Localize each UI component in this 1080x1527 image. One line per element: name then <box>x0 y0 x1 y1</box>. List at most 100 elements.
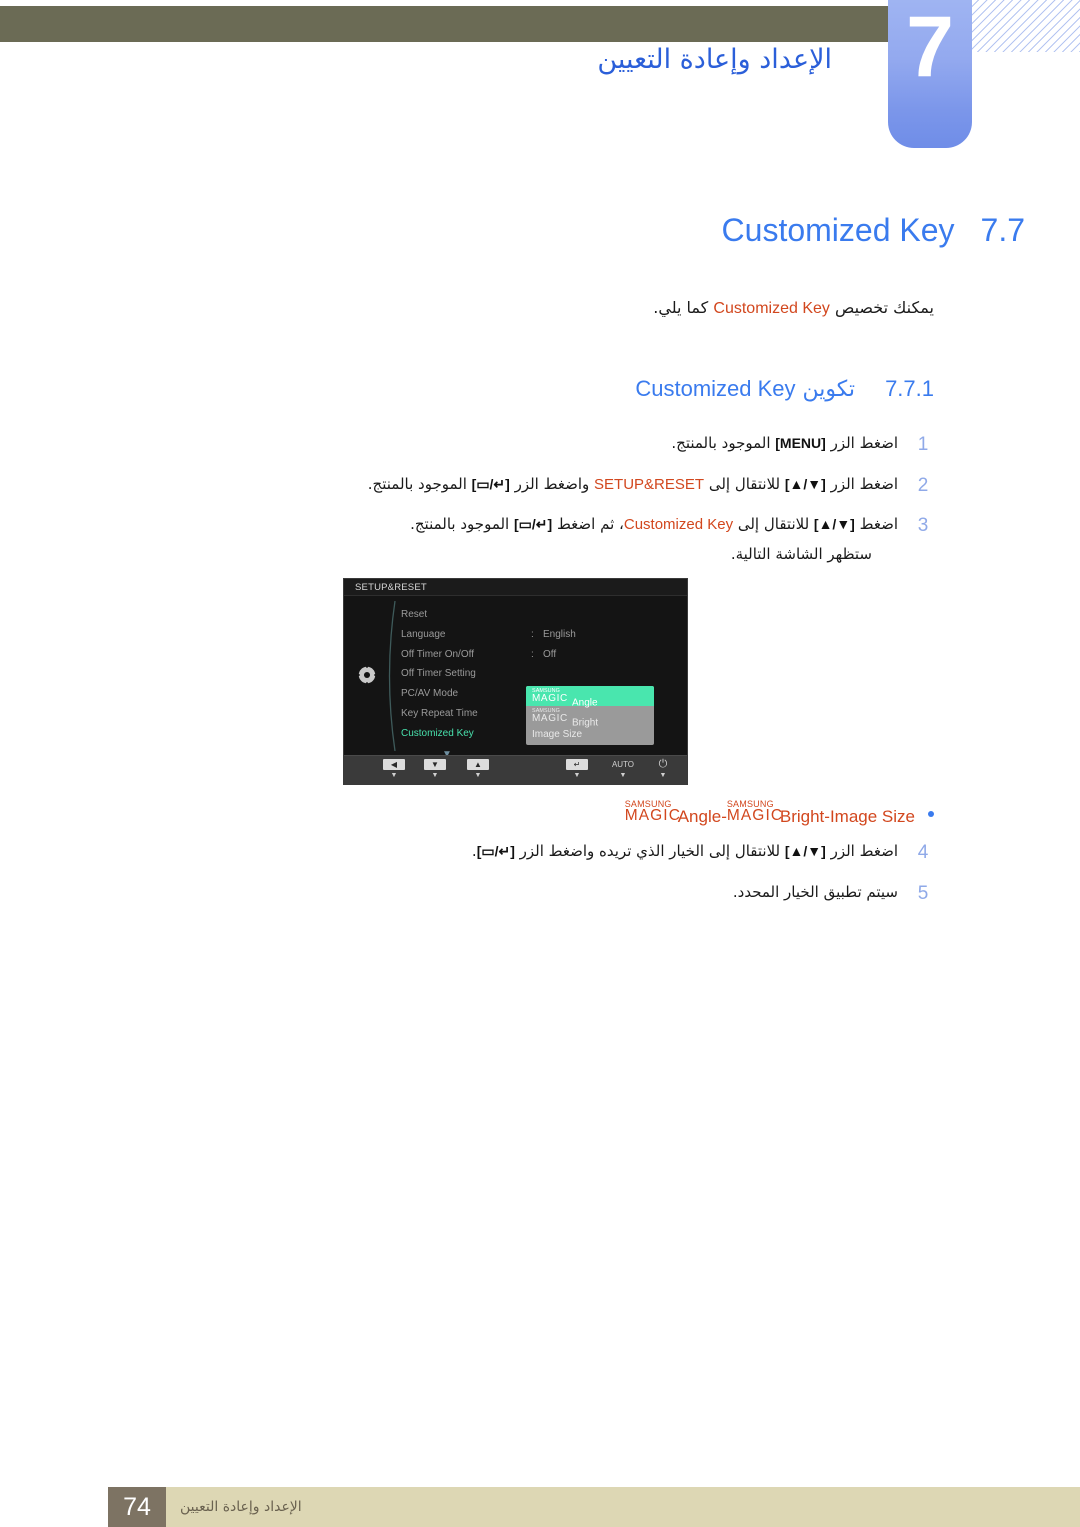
options-text: SAMSUNG MAGIC Angle - SAMSUNG MAGIC Brig… <box>625 800 915 827</box>
gear-icon <box>356 664 378 686</box>
osd-menu-item-off-timer-setting[interactable]: Off Timer Setting <box>401 664 561 684</box>
osd-button-up[interactable]: ▲ ▼ <box>464 759 492 780</box>
magic-logo-icon: SAMSUNG MAGIC <box>532 706 572 726</box>
dropdown-option-label: Image Size <box>532 729 583 740</box>
key-badge-updown: [▲/▼] <box>813 516 855 533</box>
intro-suffix: كما يلي. <box>653 298 714 317</box>
dropdown-option-magic-bright[interactable]: SAMSUNG MAGIC Bright <box>526 706 654 729</box>
osd-item-label: Off Timer Setting <box>401 668 476 680</box>
osd-item-colon: : <box>531 648 534 660</box>
magic-bottom-text: MAGIC <box>726 807 784 824</box>
osd-title: SETUP&RESET <box>344 579 687 596</box>
page-number: 74 <box>108 1487 166 1527</box>
section-number: 7.7 <box>980 212 1025 248</box>
osd-button-bar: ◀ ▼ ▼ ▼ ▲ ▼ ↵ ▼ AUTO ▼ ⏻ ▼ <box>344 755 687 784</box>
step-number: 2 <box>917 474 929 496</box>
key-badge-updown: [▲/▼] <box>784 843 826 859</box>
key-badge-enter: [▭/↵] <box>514 516 553 533</box>
magic-logo-icon: SAMSUNG MAGIC <box>624 800 682 824</box>
auto-label: AUTO <box>611 760 635 769</box>
key-badge-menu: [MENU] <box>775 435 826 451</box>
button-tick-icon: ▼ <box>659 772 667 779</box>
subsection-heading: 7.7.1 تكوين Customized Key <box>635 376 934 402</box>
osd-item-value: Off <box>543 648 557 660</box>
magic-bottom-text: MAGIC <box>624 807 682 824</box>
step-text-post: الموجود بالمنتج. <box>671 434 776 452</box>
header-olive-bar <box>0 6 925 42</box>
chapter-number: 7 <box>906 0 954 95</box>
intro-prefix: يمكنك تخصيص <box>829 298 934 317</box>
steps-list-2: 4 اضغط الزر [▲/▼] للانتقال إلى الخيار ال… <box>124 840 934 921</box>
step-text-mid1: للانتقال إلى <box>704 474 785 493</box>
step-item: 4 اضغط الزر [▲/▼] للانتقال إلى الخيار ال… <box>124 840 934 866</box>
chapter-number-box: 7 <box>888 0 972 148</box>
step-text-mid1: للانتقال إلى الخيار الذي تريده واضغط الز… <box>514 842 785 860</box>
dropdown-option-image-size[interactable]: Image Size <box>526 725 654 745</box>
osd-item-label: Language <box>401 628 446 640</box>
step-number: 5 <box>917 882 929 904</box>
osd-item-label: Off Timer On/Off <box>401 648 474 660</box>
key-badge-enter: [▭/↵] <box>476 843 515 859</box>
osd-item-colon: : <box>531 628 534 640</box>
magic-bottom-text: MAGIC <box>532 693 568 704</box>
magic-bottom-text: MAGIC <box>532 712 568 724</box>
step-text: اضغط الزر [▲/▼] للانتقال إلى الخيار الذي… <box>124 840 898 863</box>
osd-button-enter[interactable]: ↵ ▼ <box>563 759 591 780</box>
osd-item-label: PC/AV Mode <box>401 688 459 700</box>
button-tick-icon: ▼ <box>431 772 439 779</box>
subsection-number: 7.7.1 <box>885 376 934 401</box>
step-text-pre: اضغط الزر <box>825 434 898 452</box>
step-number: 1 <box>917 434 929 455</box>
osd-curve-decoration <box>382 600 398 752</box>
step-highlight: SETUP&RESET <box>594 475 705 493</box>
options-bullet-line: SAMSUNG MAGIC Angle - SAMSUNG MAGIC Brig… <box>625 800 934 827</box>
bullet-dot-icon <box>928 810 934 817</box>
step-item: 1 اضغط الزر [MENU] الموجود بالمنتج. <box>124 432 934 458</box>
osd-menu-item-reset[interactable]: Reset <box>401 605 561 625</box>
step-number: 3 <box>917 515 929 537</box>
step-text: اضغط الزر [▲/▼] للانتقال إلى SETUP&RESET… <box>124 473 898 496</box>
option-angle: Angle <box>677 807 722 826</box>
button-tick-icon: ▼ <box>474 772 482 779</box>
step-number: 4 <box>917 842 929 863</box>
header-hatch-pattern <box>970 0 1080 52</box>
step-item: 3 اضغط [▲/▼] للانتقال إلى Customized Key… <box>124 513 934 566</box>
steps-list-1: 1 اضغط الزر [MENU] الموجود بالمنتج. 2 اض… <box>124 432 934 581</box>
step-text-post: الموجود بالمنتج. <box>410 515 514 534</box>
osd-button-auto[interactable]: AUTO ▼ <box>602 759 644 780</box>
osd-item-label: Customized Key <box>401 727 474 739</box>
key-badge-updown: [▲/▼] <box>784 475 826 492</box>
step-text: سيتم تطبيق الخيار المحدد. <box>124 881 898 904</box>
osd-dropdown-list[interactable]: SAMSUNG MAGIC Angle SAMSUNG MAGIC Bright… <box>526 686 654 745</box>
step-highlight: Customized Key <box>623 516 734 534</box>
intro-highlight: Customized Key <box>713 300 830 317</box>
step-item: 5 سيتم تطبيق الخيار المحدد. <box>124 881 934 907</box>
osd-button-down[interactable]: ▼ ▼ <box>421 759 449 780</box>
step-text-pre: اضغط الزر <box>825 842 898 860</box>
key-badge-enter: [▭/↵] <box>471 475 510 492</box>
osd-button-power[interactable]: ⏻ ▼ <box>649 759 677 780</box>
power-icon: ⏻ <box>658 758 668 770</box>
footer-chapter-label: الإعداد وإعادة التعيين <box>180 1499 302 1515</box>
step-subtext: ستظهر الشاشة التالية. <box>730 544 872 563</box>
osd-menu-item-off-timer-onoff[interactable]: Off Timer On/Off : Off <box>401 645 561 665</box>
footer-bar: 74 الإعداد وإعادة التعيين <box>108 1487 1080 1527</box>
step-text-pre: اضغط الزر <box>825 474 898 493</box>
option-bright: Bright <box>779 807 825 826</box>
section-title: Customized Key <box>721 212 955 248</box>
button-tick-icon: ▼ <box>573 772 581 779</box>
up-arrow-icon: ▲ <box>467 759 489 770</box>
step-item: 2 اضغط الزر [▲/▼] للانتقال إلى SETUP&RES… <box>124 473 934 499</box>
osd-screenshot: SETUP&RESET Reset Language: English Off… <box>343 578 688 785</box>
step-text-mid2: ، ثم اضغط <box>552 515 624 534</box>
osd-button-left[interactable]: ◀ ▼ <box>380 759 408 780</box>
subsection-title: تكوين Customized Key <box>635 376 855 402</box>
osd-menu-item-language[interactable]: Language : English <box>401 625 576 645</box>
step-text: اضغط [▲/▼] للانتقال إلى Customized Key، … <box>124 513 898 566</box>
left-arrow-icon: ◀ <box>383 759 405 770</box>
osd-item-label: Reset <box>401 609 428 620</box>
dropdown-option-magic-angle[interactable]: SAMSUNG MAGIC Angle <box>526 686 654 709</box>
step-text-post: الموجود بالمنتج. <box>367 474 472 493</box>
button-tick-icon: ▼ <box>619 772 627 779</box>
step-text: اضغط الزر [MENU] الموجود بالمنتج. <box>124 432 898 455</box>
